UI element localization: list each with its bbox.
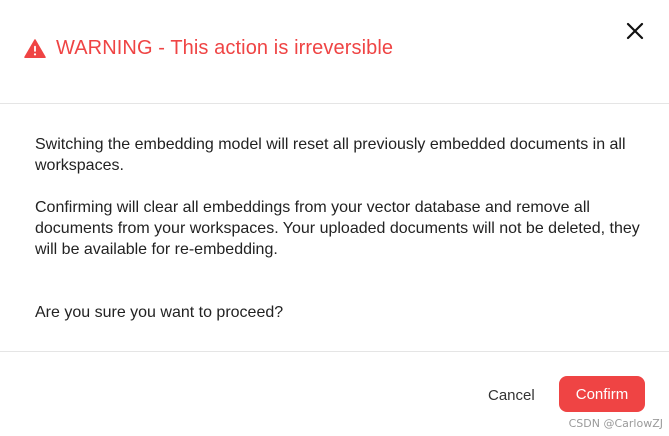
dialog-footer: Cancel Confirm CSDN @CarlowZJ — [0, 351, 669, 436]
dialog-body: Switching the embedding model will reset… — [35, 134, 645, 323]
cancel-button[interactable]: Cancel — [478, 378, 545, 412]
confirm-button[interactable]: Confirm — [559, 376, 645, 412]
watermark: CSDN @CarlowZJ — [568, 417, 663, 430]
body-paragraph-question: Are you sure you want to proceed? — [35, 304, 284, 321]
body-paragraph-clear: Confirming will clear all embeddings fro… — [35, 199, 640, 258]
warning-triangle-icon — [24, 38, 46, 60]
dialog-header: WARNING - This action is irreversible — [0, 0, 669, 104]
body-paragraph-reset: Switching the embedding model will reset… — [35, 136, 626, 174]
dialog-title: WARNING - This action is irreversible — [56, 37, 394, 59]
dialog-title-row: WARNING - This action is irreversible — [24, 37, 393, 60]
close-icon[interactable] — [623, 19, 647, 43]
warning-dialog: WARNING - This action is irreversible Sw… — [0, 0, 669, 436]
